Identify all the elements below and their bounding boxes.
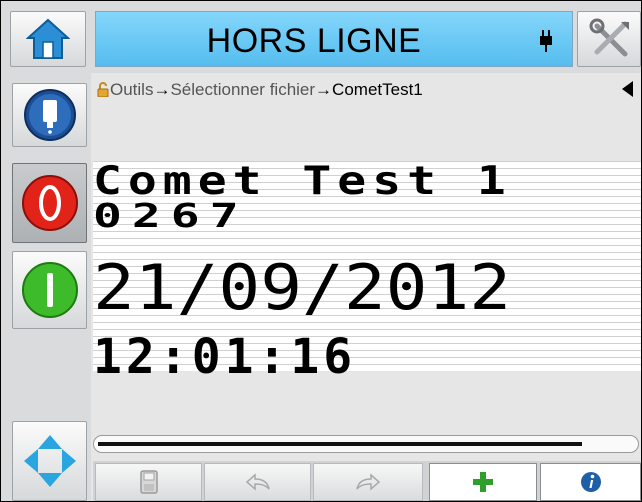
scrollbar-thumb[interactable] [98,442,582,446]
status-bar[interactable]: HORS LIGNE [95,11,573,67]
message-editor-canvas[interactable]: Comet Test 1 0267 21/09/2012 12:01:16 [93,158,641,385]
start-button[interactable] [12,251,87,329]
save-icon [139,470,158,494]
save-button[interactable] [95,463,202,501]
redo-button[interactable] [313,463,423,501]
tools-button[interactable] [577,11,641,67]
breadcrumb: Outils→Sélectionner fichier→CometTest1 [93,73,641,105]
side-panel [1,73,91,501]
undo-button[interactable] [204,463,311,501]
stop-icon [22,175,78,231]
navigate-button[interactable] [12,421,87,501]
stop-button[interactable] [12,163,87,243]
printer-screen: HORS LIGNE Outils→Sélectionner fichier→C… [0,0,642,502]
start-icon [22,262,78,318]
breadcrumb-separator: → [153,80,171,99]
status-text: HORS LIGNE [206,22,422,60]
info-button[interactable] [540,463,641,501]
breadcrumb-item-tools[interactable]: Outils [110,80,153,99]
home-icon [26,18,70,59]
four-way-arrows-icon [24,435,76,487]
info-icon [580,472,601,492]
message-line-2[interactable]: 0267 [93,197,249,235]
collapse-arrow-icon[interactable] [622,81,633,97]
undo-icon [245,473,270,491]
add-button[interactable] [429,463,537,501]
home-button[interactable] [10,11,86,67]
breadcrumb-item-select-file[interactable]: Sélectionner fichier [170,80,315,99]
message-line-4[interactable]: 12:01:16 [93,329,356,385]
redo-icon [356,473,381,491]
tools-icon [589,18,629,57]
breadcrumb-separator: → [315,80,333,99]
lock-icon [97,82,109,97]
bottom-toolbar [93,461,641,501]
ink-cartridge-icon [24,89,76,141]
message-line-3[interactable]: 21/09/2012 [93,251,511,324]
top-bar: HORS LIGNE [1,1,641,73]
ink-cartridge-button[interactable] [12,83,87,147]
horizontal-scrollbar[interactable] [93,435,639,453]
plus-icon [473,472,493,492]
plug-icon [540,30,552,52]
breadcrumb-item-current: CometTest1 [332,80,423,99]
